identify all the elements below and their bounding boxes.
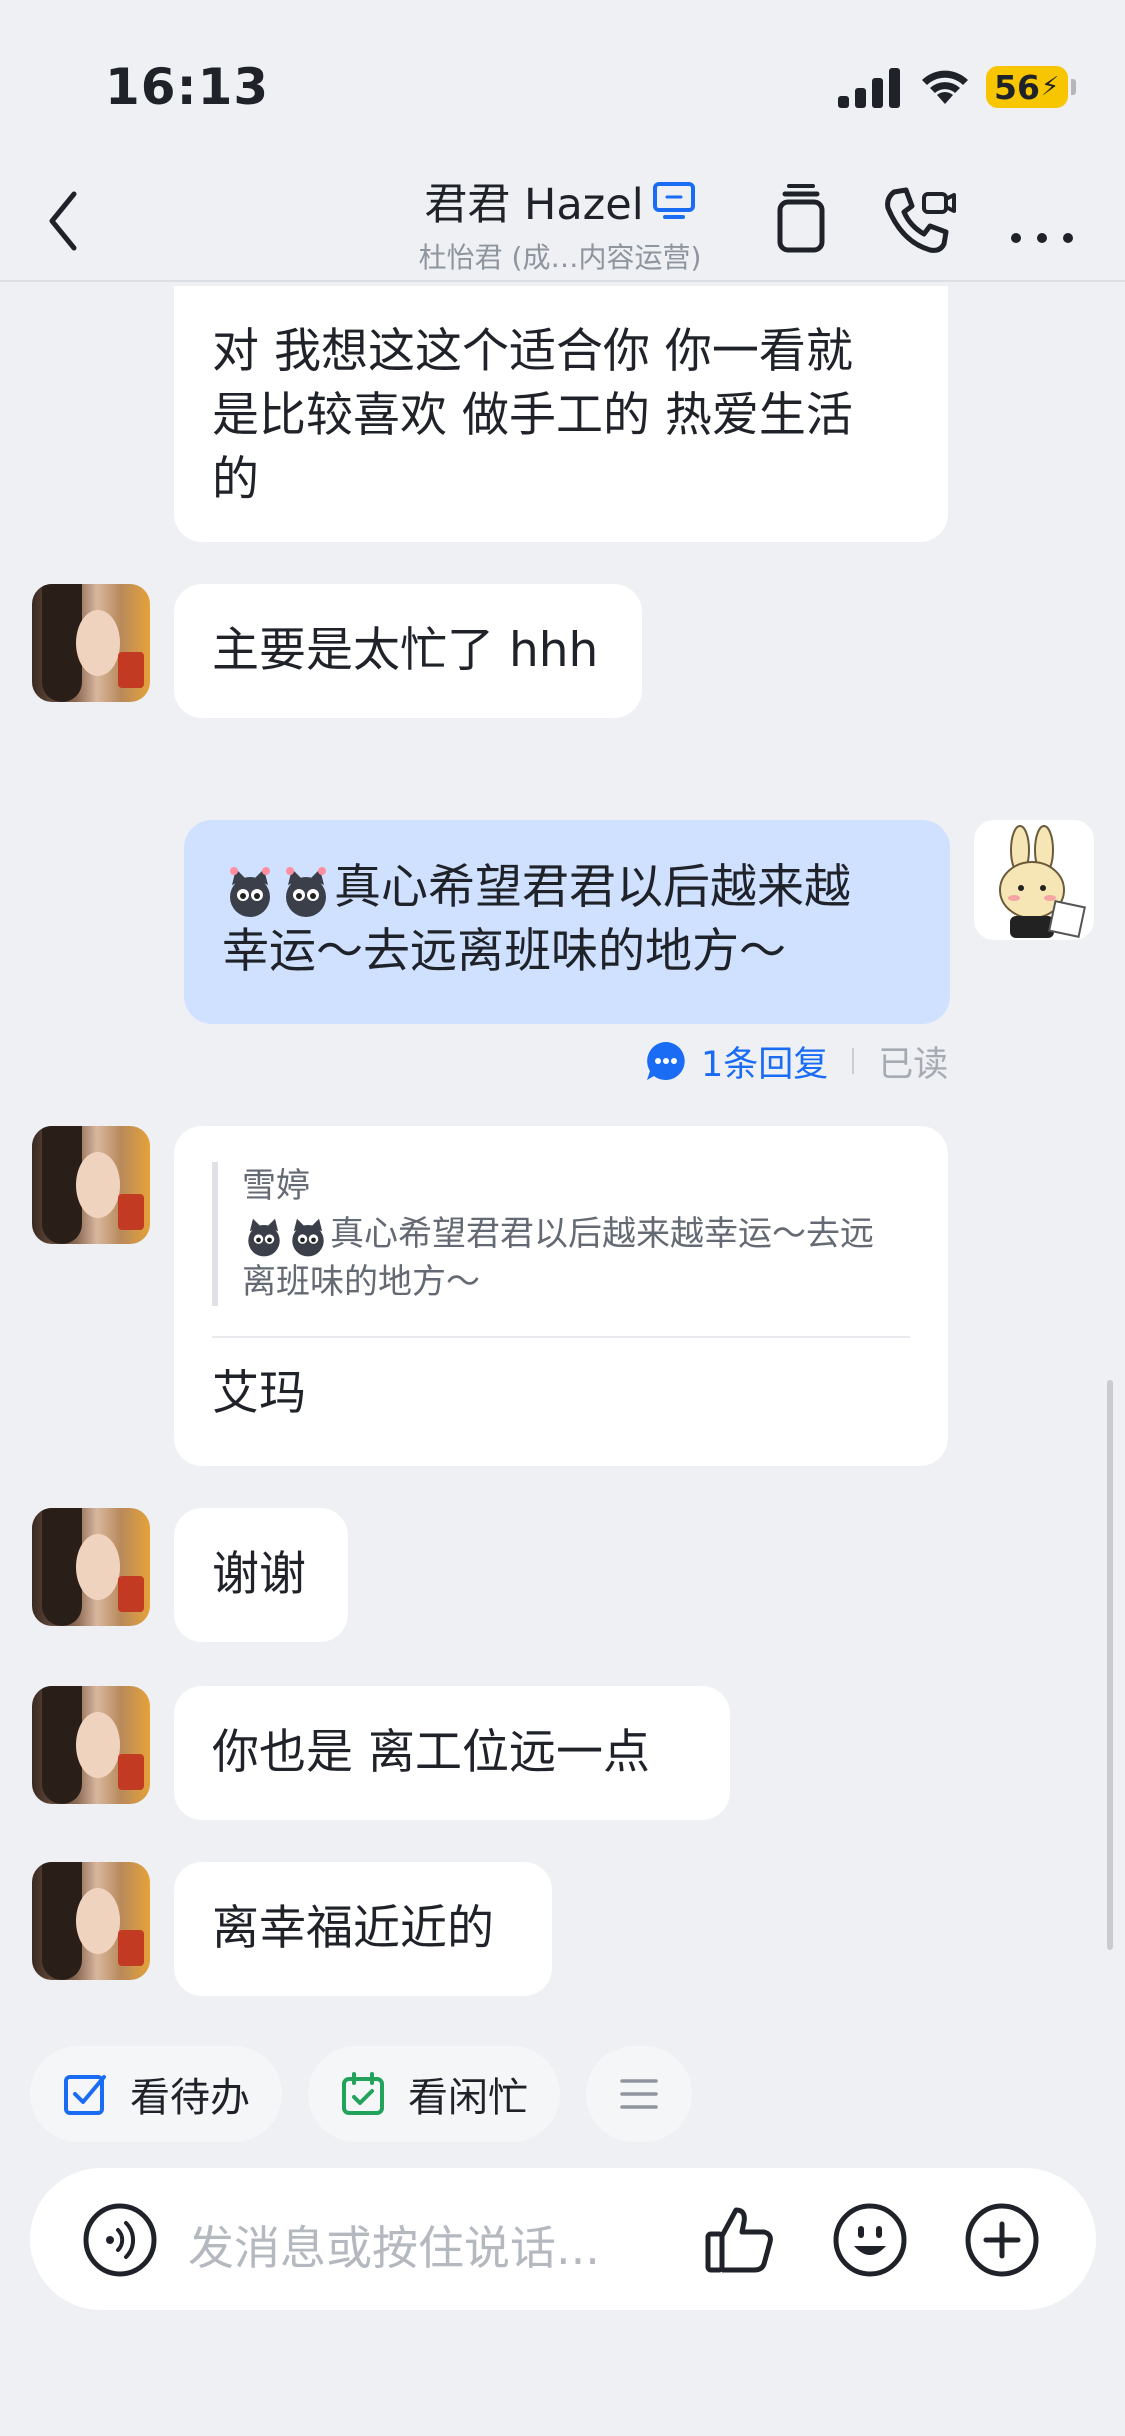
- availability-quick-button[interactable]: 看闲忙: [308, 2046, 560, 2142]
- message-text: 离幸福近近的: [212, 1901, 494, 1956]
- reply-count[interactable]: 1条回复: [701, 1036, 828, 1087]
- message-bubble[interactable]: 对 我想这这个适合你 你一看就 是比较喜欢 做手工的 热爱生活 的: [174, 286, 948, 542]
- todo-quick-button[interactable]: 看待办: [30, 2046, 282, 2142]
- read-status: 已读: [878, 1044, 949, 1085]
- status-bar: 16:13 56 ⚡: [0, 0, 1125, 160]
- chat-title-text: 君君 Hazel: [424, 180, 644, 230]
- avatar[interactable]: [32, 1508, 150, 1626]
- bunny-sticker-icon: [999, 825, 1086, 938]
- message-text-line: 的: [212, 452, 259, 507]
- thumbs-up-icon[interactable]: [702, 2202, 778, 2278]
- cellular-signal-icon: [838, 68, 900, 108]
- message-bubble[interactable]: 你也是 离工位远一点: [174, 1686, 730, 1820]
- quick-action-label: 看待办: [130, 2075, 250, 2121]
- my-avatar[interactable]: [974, 820, 1094, 940]
- emoji-icon[interactable]: [832, 2202, 908, 2278]
- message-text: 主要是太忙了 hhh: [212, 623, 599, 678]
- calendar-check-icon: [342, 2072, 384, 2115]
- chat-subtitle: 杜怡君 (成…内容运营): [418, 241, 702, 274]
- scrollbar[interactable]: [1107, 1380, 1113, 1950]
- chat-header: 君君 Hazel 杜怡君 (成…内容运营): [0, 160, 1125, 282]
- message-text-line: 是比较喜欢 做手工的 热爱生活: [212, 388, 853, 443]
- avatar[interactable]: [32, 1126, 150, 1244]
- docs-icon[interactable]: [763, 182, 839, 258]
- message-text-line: 对 我想这这个适合你 你一看就: [212, 324, 853, 379]
- message-bubble[interactable]: 雪婷 真心希望君君以后越来越幸运～去远 离班味的地方～ 艾玛: [174, 1126, 948, 1466]
- battery-indicator: 56 ⚡: [986, 66, 1068, 108]
- message-text-line: 真心希望君君以后越来越: [334, 860, 851, 915]
- quote-author: 雪婷: [242, 1166, 310, 1206]
- voice-icon[interactable]: [82, 2202, 158, 2278]
- message-bubble[interactable]: 谢谢: [174, 1508, 348, 1642]
- plus-icon[interactable]: [964, 2202, 1040, 2278]
- more-actions-button[interactable]: [586, 2046, 692, 2142]
- sent-message-bubble[interactable]: 真心希望君君以后越来越 幸运～去远离班味的地方～: [184, 820, 950, 1024]
- quote-divider: [212, 1336, 910, 1338]
- message-text: 谢谢: [212, 1547, 306, 1602]
- thread-reply-row[interactable]: 1条回复 已读: [645, 1036, 948, 1086]
- checkbox-icon: [64, 2075, 106, 2115]
- message-composer: 发消息或按住说话...: [30, 2168, 1096, 2310]
- charging-icon: ⚡: [1040, 72, 1060, 102]
- menu-icon: [620, 2079, 658, 2109]
- avatar[interactable]: [32, 1686, 150, 1804]
- cat-emoji-icon: [230, 866, 270, 917]
- cat-emoji-icon: [286, 866, 326, 917]
- wifi-icon: [922, 70, 968, 104]
- message-text: 你也是 离工位远一点: [212, 1725, 650, 1780]
- reply-bubble-icon: [647, 1042, 685, 1080]
- quick-action-label: 看闲忙: [408, 2075, 528, 2121]
- avatar[interactable]: [32, 584, 150, 702]
- message-bubble[interactable]: 离幸福近近的: [174, 1862, 552, 1996]
- chat-title-block[interactable]: 君君 Hazel 杜怡君 (成…内容运营): [380, 170, 740, 276]
- quote-text-line: 真心希望君君以后越来越幸运～去远: [330, 1214, 874, 1254]
- device-icon: [652, 182, 695, 219]
- message-text: 艾玛: [212, 1366, 306, 1421]
- avatar[interactable]: [32, 1862, 150, 1980]
- status-time: 16:13: [105, 58, 270, 116]
- battery-level: 56: [994, 67, 1040, 107]
- message-text-line: 幸运～去远离班味的地方～: [222, 924, 786, 979]
- chat-title: 君君 Hazel: [424, 170, 695, 232]
- divider: [852, 1048, 855, 1074]
- back-icon[interactable]: [40, 186, 90, 256]
- battery-tip: [1071, 79, 1076, 95]
- cat-emoji-icon: [292, 1218, 324, 1256]
- more-icon[interactable]: [1004, 182, 1080, 258]
- cat-emoji-icon: [248, 1218, 280, 1256]
- message-input[interactable]: 发消息或按住说话...: [188, 2212, 600, 2278]
- call-icon[interactable]: [880, 182, 956, 258]
- quote-text-line: 离班味的地方～: [242, 1262, 480, 1302]
- quoted-message[interactable]: 雪婷 真心希望君君以后越来越幸运～去远 离班味的地方～: [212, 1162, 910, 1306]
- message-bubble[interactable]: 主要是太忙了 hhh: [174, 584, 642, 718]
